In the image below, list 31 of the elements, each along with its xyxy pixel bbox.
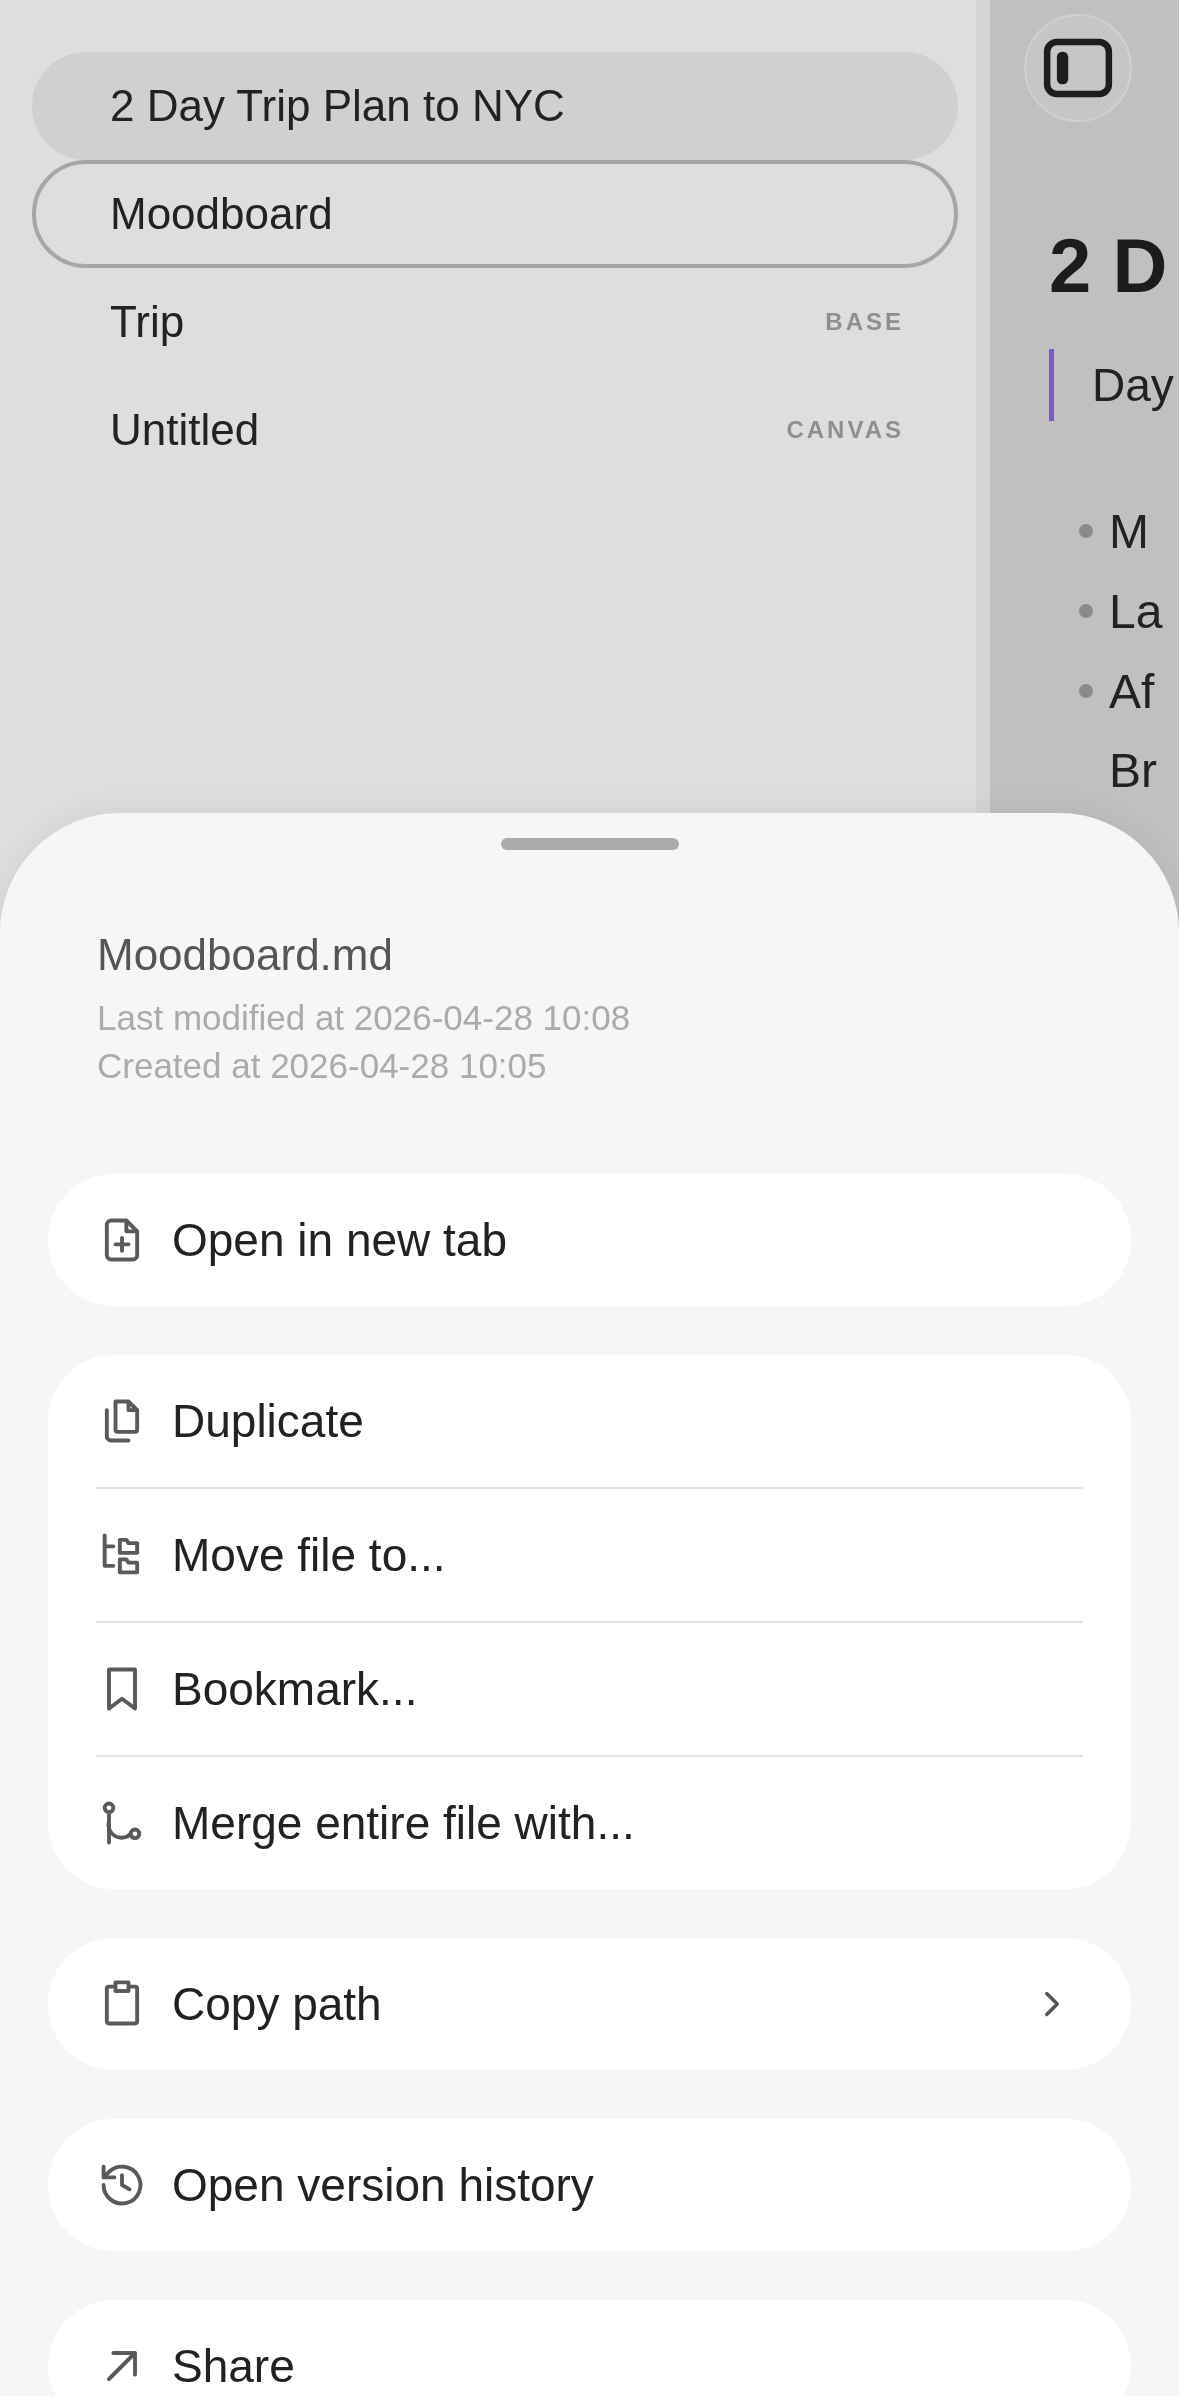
file-type-tag: BASE <box>825 308 904 336</box>
menu-item[interactable]: Bookmark... <box>96 1623 1083 1755</box>
list-text: La <box>1109 583 1163 639</box>
file-item[interactable]: Untitled CANVAS <box>32 376 958 484</box>
file-date: Last modified at 2026-04-28 10:08 <box>97 997 631 1039</box>
file-name: Untitled <box>110 405 260 455</box>
list-text: M <box>1109 503 1149 559</box>
file-type-tag: CANVAS <box>786 416 904 444</box>
menu-item[interactable]: Copy path <box>96 1938 1083 2070</box>
file-name: 2 Day Trip Plan to NYC <box>110 81 565 131</box>
file-item[interactable]: 2 Day Trip Plan to NYC <box>32 52 958 160</box>
sheet-handle[interactable] <box>500 838 679 850</box>
list-text: Af <box>1109 663 1155 719</box>
file-name: Trip <box>110 297 185 347</box>
menu-item[interactable]: Duplicate <box>96 1355 1083 1487</box>
bullet-dot <box>1079 524 1093 538</box>
bullet-dot <box>1079 684 1093 698</box>
menu-item[interactable]: Open in new tab <box>96 1174 1083 1306</box>
quote-text: Day <box>1092 358 1174 412</box>
note-heading: 2 D <box>1049 222 1169 309</box>
menu-item[interactable]: Move file to... <box>96 1489 1083 1621</box>
menu-item[interactable]: Share <box>96 2300 1083 2396</box>
file-name: Moodboard <box>110 189 333 239</box>
bullet-dot <box>1079 604 1093 618</box>
file-item[interactable]: Trip BASE <box>32 268 958 376</box>
menu-item[interactable]: Merge entire file with... <box>96 1757 1083 1889</box>
file-date: Created at 2026-04-28 10:05 <box>97 1045 547 1087</box>
file-name: Moodboard.md <box>97 930 393 980</box>
file-item[interactable]: Moodboard <box>32 160 958 268</box>
menu-item[interactable]: Open version history <box>96 2119 1083 2251</box>
list-text: Br <box>1109 743 1158 799</box>
